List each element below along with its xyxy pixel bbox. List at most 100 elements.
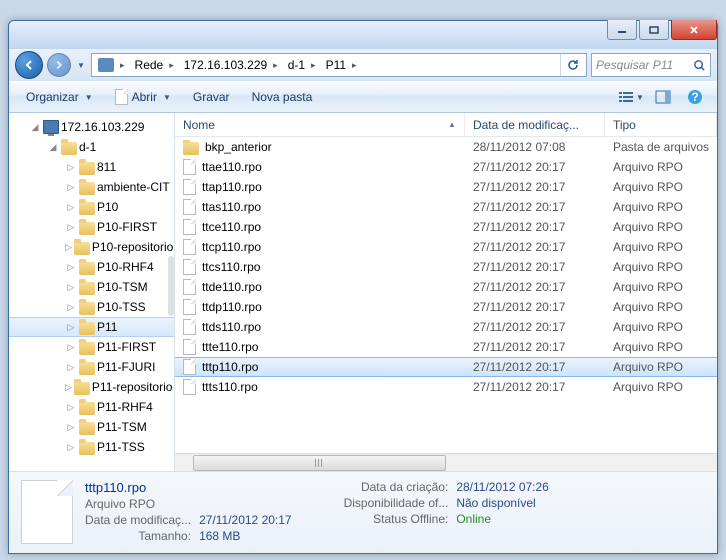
- tree-folder-node[interactable]: ▷ P11-FJURI: [9, 357, 174, 377]
- cell-date: 27/11/2012 20:17: [465, 320, 605, 334]
- tree-folder-node[interactable]: ▷ P11-TSM: [9, 417, 174, 437]
- expand-icon[interactable]: ▷: [65, 201, 77, 213]
- cell-name: ttdp110.rpo: [175, 299, 465, 315]
- list-item[interactable]: ttts110.rpo27/11/2012 20:17Arquivo RPO: [175, 377, 717, 397]
- tree-label: P10: [97, 200, 118, 214]
- breadcrumb-network-icon[interactable]: ▸: [94, 54, 131, 76]
- burn-button[interactable]: Gravar: [184, 85, 239, 109]
- expand-icon[interactable]: ▷: [65, 221, 77, 233]
- cell-date: 27/11/2012 20:17: [465, 240, 605, 254]
- view-options-button[interactable]: ▼: [617, 85, 645, 109]
- expand-icon[interactable]: ▷: [65, 161, 77, 173]
- collapse-icon[interactable]: ◢: [29, 121, 41, 133]
- tree-folder-node[interactable]: ▷P11-FIRST: [9, 337, 174, 357]
- list-item[interactable]: ttap110.rpo27/11/2012 20:17Arquivo RPO: [175, 177, 717, 197]
- cell-name: tttp110.rpo: [175, 359, 465, 375]
- tree-folder-node[interactable]: ▷ P11: [9, 317, 174, 337]
- list-item[interactable]: ttcs110.rpo27/11/2012 20:17Arquivo RPO: [175, 257, 717, 277]
- breadcrumb-segment[interactable]: P11▸: [322, 54, 363, 76]
- horizontal-scrollbar[interactable]: [175, 453, 717, 471]
- minimize-button[interactable]: [607, 20, 637, 40]
- cell-type: Arquivo RPO: [605, 180, 717, 194]
- search-icon: [693, 59, 706, 72]
- titlebar[interactable]: [9, 21, 717, 49]
- folder-icon: [61, 142, 77, 155]
- details-filename: tttp110.rpo: [85, 480, 292, 495]
- list-item[interactable]: ttte110.rpo27/11/2012 20:17Arquivo RPO: [175, 337, 717, 357]
- maximize-button[interactable]: [639, 20, 669, 40]
- tree-folder-node[interactable]: ▷811: [9, 157, 174, 177]
- tree-share-node[interactable]: ◢ d-1: [9, 137, 174, 157]
- help-button[interactable]: ?: [681, 85, 709, 109]
- tree-folder-node[interactable]: ▷P11-RHF4: [9, 397, 174, 417]
- details-offline-value: Online: [456, 512, 549, 526]
- tree-scrollbar[interactable]: [168, 256, 174, 316]
- list-item[interactable]: ttdp110.rpo27/11/2012 20:17Arquivo RPO: [175, 297, 717, 317]
- list-item[interactable]: bkp_anterior28/11/2012 07:08Pasta de arq…: [175, 137, 717, 157]
- expand-icon[interactable]: ▷: [65, 301, 77, 313]
- cell-type: Arquivo RPO: [605, 220, 717, 234]
- column-type[interactable]: Tipo: [605, 113, 717, 136]
- tree-folder-node[interactable]: ▷P10-FIRST: [9, 217, 174, 237]
- column-name[interactable]: Nome▲: [175, 113, 465, 136]
- open-button[interactable]: Abrir▼: [106, 84, 180, 110]
- list-item[interactable]: ttde110.rpo27/11/2012 20:17Arquivo RPO: [175, 277, 717, 297]
- list-item[interactable]: ttce110.rpo27/11/2012 20:17Arquivo RPO: [175, 217, 717, 237]
- list-item[interactable]: ttcp110.rpo27/11/2012 20:17Arquivo RPO: [175, 237, 717, 257]
- list-item[interactable]: ttas110.rpo27/11/2012 20:17Arquivo RPO: [175, 197, 717, 217]
- history-dropdown[interactable]: ▼: [75, 55, 87, 75]
- list-item[interactable]: ttae110.rpo27/11/2012 20:17Arquivo RPO: [175, 157, 717, 177]
- expand-icon[interactable]: ▷: [65, 361, 77, 373]
- back-button[interactable]: [15, 51, 43, 79]
- list-item[interactable]: tttp110.rpo27/11/2012 20:17Arquivo RPO: [175, 357, 717, 377]
- expand-icon[interactable]: ▷: [65, 261, 77, 273]
- refresh-button[interactable]: [560, 54, 584, 76]
- search-input[interactable]: Pesquisar P11: [591, 53, 711, 77]
- tree-label: P11-TSM: [97, 420, 147, 434]
- sort-indicator-icon: ▲: [448, 120, 456, 129]
- expand-icon[interactable]: ▷: [65, 421, 77, 433]
- tree-folder-node[interactable]: ▷ P10: [9, 197, 174, 217]
- tree-label: P11: [97, 320, 117, 334]
- expand-icon[interactable]: ▷: [65, 281, 77, 293]
- breadcrumb-segment[interactable]: Rede▸: [131, 54, 180, 76]
- tree-folder-node[interactable]: ▷P10-RHF4: [9, 257, 174, 277]
- breadcrumb-segment[interactable]: 172.16.103.229▸: [180, 54, 284, 76]
- file-icon: [183, 199, 196, 215]
- file-icon: [115, 89, 128, 105]
- expand-icon[interactable]: ▷: [65, 441, 77, 453]
- cell-name: ttce110.rpo: [175, 219, 465, 235]
- tree-folder-node[interactable]: ▷P10-TSM: [9, 277, 174, 297]
- tree-folder-node[interactable]: ▷P11-repositorio acumu...: [9, 377, 174, 397]
- list-item[interactable]: ttds110.rpo27/11/2012 20:17Arquivo RPO: [175, 317, 717, 337]
- expand-icon[interactable]: ▷: [65, 181, 77, 193]
- expand-icon[interactable]: ▷: [65, 321, 77, 333]
- cell-name: ttde110.rpo: [175, 279, 465, 295]
- new-folder-button[interactable]: Nova pasta: [243, 85, 322, 109]
- preview-pane-button[interactable]: [649, 85, 677, 109]
- cell-name: ttcp110.rpo: [175, 239, 465, 255]
- close-button[interactable]: [671, 20, 717, 40]
- breadcrumb-segment[interactable]: d-1▸: [284, 54, 322, 76]
- expand-icon[interactable]: ▷: [65, 381, 72, 393]
- cell-type: Arquivo RPO: [605, 300, 717, 314]
- tree-folder-node[interactable]: ▷P10-TSS: [9, 297, 174, 317]
- file-list: Nome▲ Data de modificaç... Tipo bkp_ante…: [175, 113, 717, 471]
- expand-icon[interactable]: ▷: [65, 341, 77, 353]
- expand-icon[interactable]: ▷: [65, 241, 72, 253]
- file-list-body[interactable]: bkp_anterior28/11/2012 07:08Pasta de arq…: [175, 137, 717, 453]
- scrollbar-thumb[interactable]: [193, 455, 446, 471]
- column-date[interactable]: Data de modificaç...: [465, 113, 605, 136]
- tree-folder-node[interactable]: ▷ambiente-CIT: [9, 177, 174, 197]
- tree-folder-node[interactable]: ▷P11-TSS: [9, 437, 174, 457]
- tree-label: P11-FJURI: [97, 360, 155, 374]
- breadcrumb-bar[interactable]: ▸ Rede▸172.16.103.229▸d-1▸P11▸: [91, 53, 587, 77]
- expand-icon[interactable]: ▷: [65, 401, 77, 413]
- collapse-icon[interactable]: ◢: [47, 141, 59, 153]
- forward-button[interactable]: [47, 53, 71, 77]
- folder-tree[interactable]: ◢ 172.16.103.229 ◢ d-1 ▷811▷ambiente-CIT…: [9, 113, 175, 471]
- tree-folder-node[interactable]: ▷P10-repositorio acumu...: [9, 237, 174, 257]
- tree-computer-node[interactable]: ◢ 172.16.103.229: [9, 117, 174, 137]
- folder-icon: [79, 182, 95, 195]
- organize-menu[interactable]: Organizar▼: [17, 85, 102, 109]
